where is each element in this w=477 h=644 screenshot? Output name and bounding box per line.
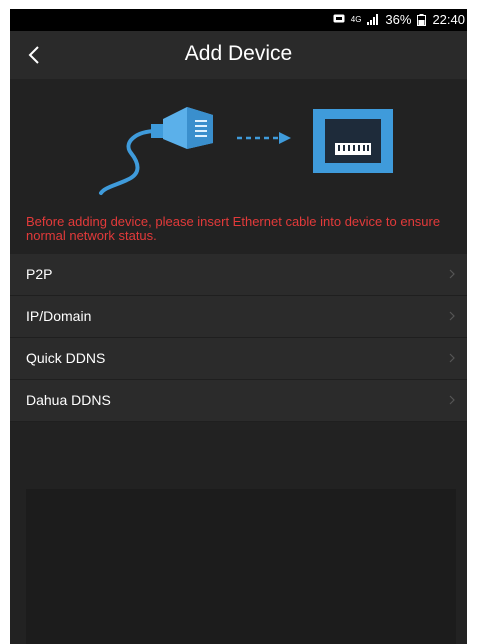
status-indicators: 4G 36% 22:40 [333, 12, 465, 27]
menu-item-p2p[interactable]: P2P [10, 254, 467, 296]
battery-percent: 36% [385, 12, 412, 27]
menu-item-label: Quick DDNS [26, 350, 106, 366]
chevron-right-icon [449, 353, 455, 363]
ethernet-illustration [10, 79, 467, 209]
dashed-arrow-icon [237, 132, 291, 144]
chevron-right-icon [449, 311, 455, 321]
page-title: Add Device [184, 42, 293, 65]
app-screen: 4G 36% 22:40 Add Device Before adding de… [10, 9, 467, 644]
ethernet-cable-icon [99, 107, 213, 195]
connection-method-list: P2P IP/Domain Quick DDNS Dahua DDNS [10, 254, 467, 422]
ethernet-warning-text: Before adding device, please insert Ethe… [26, 214, 441, 243]
battery-icon [417, 13, 427, 26]
network-type: 4G [350, 15, 362, 24]
ethernet-port-icon [313, 109, 393, 173]
menu-item-label: Dahua DDNS [26, 392, 111, 408]
clock: 22:40 [432, 12, 465, 27]
status-bar: 4G 36% 22:40 [10, 9, 467, 31]
menu-item-dahua-ddns[interactable]: Dahua DDNS [10, 380, 467, 422]
empty-panel [26, 489, 456, 644]
chevron-right-icon [449, 269, 455, 279]
menu-item-quick-ddns[interactable]: Quick DDNS [10, 338, 467, 380]
chevron-right-icon [449, 395, 455, 405]
menu-item-label: P2P [26, 266, 53, 282]
header-bar: Add Device [10, 31, 467, 79]
menu-item-ip-domain[interactable]: IP/Domain [10, 296, 467, 338]
menu-item-label: IP/Domain [26, 308, 92, 324]
notification-icon [333, 14, 345, 23]
signal-icon [367, 14, 379, 25]
